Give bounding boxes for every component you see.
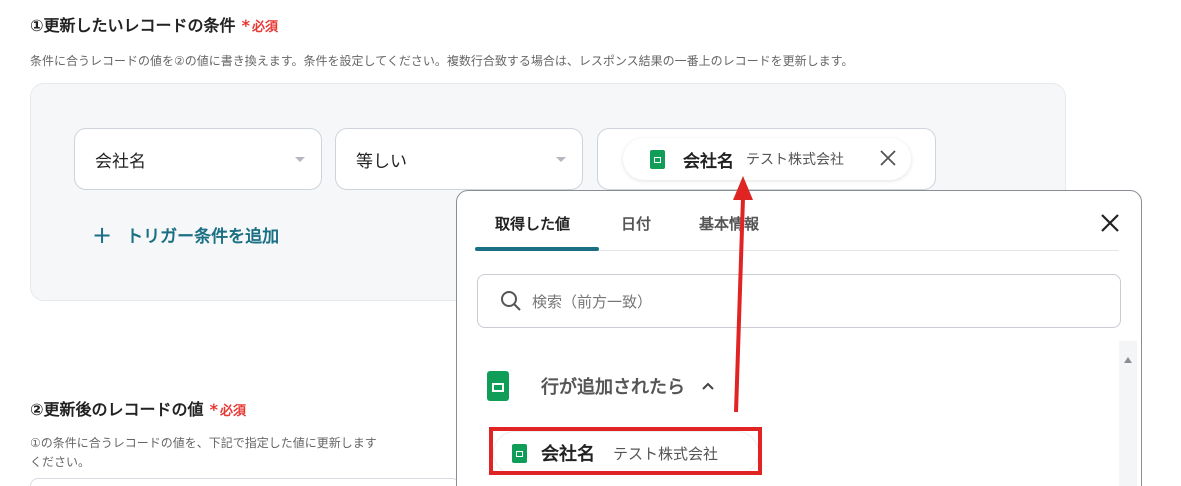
required-badge: * 必須 [242,16,278,35]
required-badge: * 必須 [210,400,246,419]
tab-acquired-values[interactable]: 取得した値 [495,213,570,234]
search-placeholder: 検索（前方一致） [532,292,653,311]
value-chip[interactable]: 会社名 テスト株式会社 [623,138,911,180]
operator-select-value: 等しい [356,151,407,172]
plus-icon: + [92,220,113,249]
required-star: * [209,400,218,419]
operator-select[interactable]: 等しい [335,128,583,190]
section2-description-line1: ①の条件に合うレコードの値を、下記で指定した値に更新します [30,436,377,450]
section2-title-text: ②更新後のレコードの値 [30,400,204,419]
add-trigger-condition-button[interactable]: + トリガー条件を追加 [92,220,280,249]
scrollbar[interactable] [1119,341,1137,486]
required-label: 必須 [251,20,278,35]
add-trigger-label: トリガー条件を追加 [126,227,280,247]
remove-chip-icon[interactable] [877,147,899,169]
section2-title: ②更新後のレコードの値 * 必須 [30,396,246,420]
group-label: 行が追加されたら [541,377,685,398]
section1-title: ①更新したいレコードの条件 * 必須 [30,12,278,36]
section1-title-text: ①更新したいレコードの条件 [30,16,236,35]
group-header-row-added[interactable]: 行が追加されたら [487,371,715,401]
section2-description-line2: ください。 [30,455,91,469]
field-select-value: 会社名 [95,151,146,172]
required-star: * [241,16,250,35]
field-select[interactable]: 会社名 [74,128,322,190]
section2-input[interactable] [30,478,460,486]
section1-description: 条件に合うレコードの値を②の値に書き換えます。条件を設定してください。複数行合致… [30,54,854,68]
chip-value: テスト株式会社 [746,152,844,168]
annotation-highlight-box [489,427,762,475]
chip-name: 会社名 [683,151,734,172]
chevron-down-icon [295,157,305,162]
search-input[interactable]: 検索（前方一致） [477,274,1121,328]
spreadsheet-icon [487,371,509,401]
search-icon [501,291,521,311]
tab-basic-info[interactable]: 基本情報 [699,213,759,234]
chevron-down-icon [556,157,566,162]
required-label: 必須 [219,404,246,419]
spreadsheet-icon [650,149,665,169]
scroll-up-icon[interactable] [1124,357,1132,363]
active-tab-indicator [475,247,599,251]
tab-date[interactable]: 日付 [621,213,651,234]
close-icon[interactable] [1099,212,1121,234]
chevron-up-icon [702,382,714,390]
